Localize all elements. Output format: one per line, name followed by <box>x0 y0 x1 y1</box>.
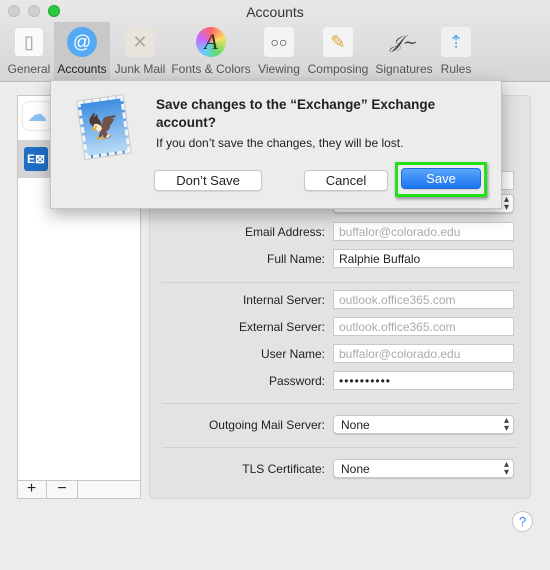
font-icon: A <box>196 27 226 57</box>
help-button[interactable]: ? <box>512 511 533 532</box>
external-server-field[interactable]: outlook.office365.com <box>333 317 514 336</box>
trash-icon: ✕ <box>125 27 155 57</box>
at-icon: @ <box>67 27 97 57</box>
username-field[interactable]: buffalor@colorado.edu <box>333 344 514 363</box>
outgoing-server-value: None <box>341 418 370 432</box>
tab-label: Viewing <box>258 62 300 76</box>
mail-stamp-icon: 🦅 <box>76 93 132 161</box>
tab-fonts-colors[interactable]: A Fonts & Colors <box>170 22 252 81</box>
pencil-icon: ✎ <box>323 27 353 57</box>
tls-value: None <box>341 462 370 476</box>
general-icon: ▯ <box>14 27 44 57</box>
glasses-icon: ○○ <box>264 27 294 57</box>
divider <box>162 403 518 404</box>
icloud-icon[interactable]: ☁ <box>23 102 51 130</box>
external-server-label: External Server: <box>238 320 325 334</box>
tab-viewing[interactable]: ○○ Viewing <box>255 22 303 81</box>
fullname-label: Full Name: <box>266 252 325 266</box>
dialog-message: If you don’t save the changes, they will… <box>156 136 404 150</box>
tab-accounts[interactable]: @ Accounts <box>54 22 110 81</box>
divider <box>162 447 518 448</box>
rules-icon: ⇡ <box>441 27 471 57</box>
tab-composing[interactable]: ✎ Composing <box>306 22 370 81</box>
dialog-title: Save changes to the “Exchange” Exchange a… <box>156 97 436 130</box>
chevron-updown-icon: ▴ ▾ <box>503 459 509 478</box>
username-label: User Name: <box>260 347 325 361</box>
password-label: Password: <box>268 374 325 388</box>
outgoing-server-select[interactable]: None ▴ ▾ <box>333 415 514 434</box>
window-title: Accounts <box>246 4 304 20</box>
tab-rules[interactable]: ⇡ Rules <box>436 22 476 81</box>
tab-label: Junk Mail <box>114 62 166 76</box>
password-field[interactable]: •••••••••• <box>333 371 514 390</box>
internal-server-label: Internal Server: <box>242 293 325 307</box>
tab-signatures[interactable]: 𝒥~ Signatures <box>374 22 434 81</box>
tab-label: Rules <box>440 62 472 76</box>
outgoing-server-label: Outgoing Mail Server: <box>208 418 325 432</box>
tab-label: Fonts & Colors <box>171 62 251 76</box>
email-field[interactable]: buffalor@colorado.edu <box>333 222 514 241</box>
cancel-button[interactable]: Cancel <box>304 170 388 191</box>
internal-server-field[interactable]: outlook.office365.com <box>333 290 514 309</box>
remove-account-button[interactable]: − <box>47 480 78 499</box>
signature-icon: 𝒥~ <box>390 31 418 53</box>
tab-label: Accounts <box>57 62 107 76</box>
dont-save-button[interactable]: Don’t Save <box>154 170 262 191</box>
email-label: Email Address: <box>244 225 325 239</box>
save-button[interactable]: Save <box>401 168 481 189</box>
tls-certificate-select[interactable]: None ▴ ▾ <box>333 459 514 478</box>
divider <box>162 282 518 283</box>
add-account-button[interactable]: + <box>17 480 47 499</box>
tab-junk-mail[interactable]: ✕ Junk Mail <box>112 22 168 81</box>
tab-label: Composing <box>307 62 369 76</box>
tab-label: Signatures <box>375 62 433 76</box>
tab-general[interactable]: ▯ General <box>5 22 53 81</box>
chevron-updown-icon: ▴ ▾ <box>503 415 509 434</box>
tls-label: TLS Certificate: <box>242 462 325 476</box>
fullname-field[interactable]: Ralphie Buffalo <box>333 249 514 268</box>
tab-label: General <box>7 62 51 76</box>
exchange-icon: E⊠ <box>24 147 48 171</box>
